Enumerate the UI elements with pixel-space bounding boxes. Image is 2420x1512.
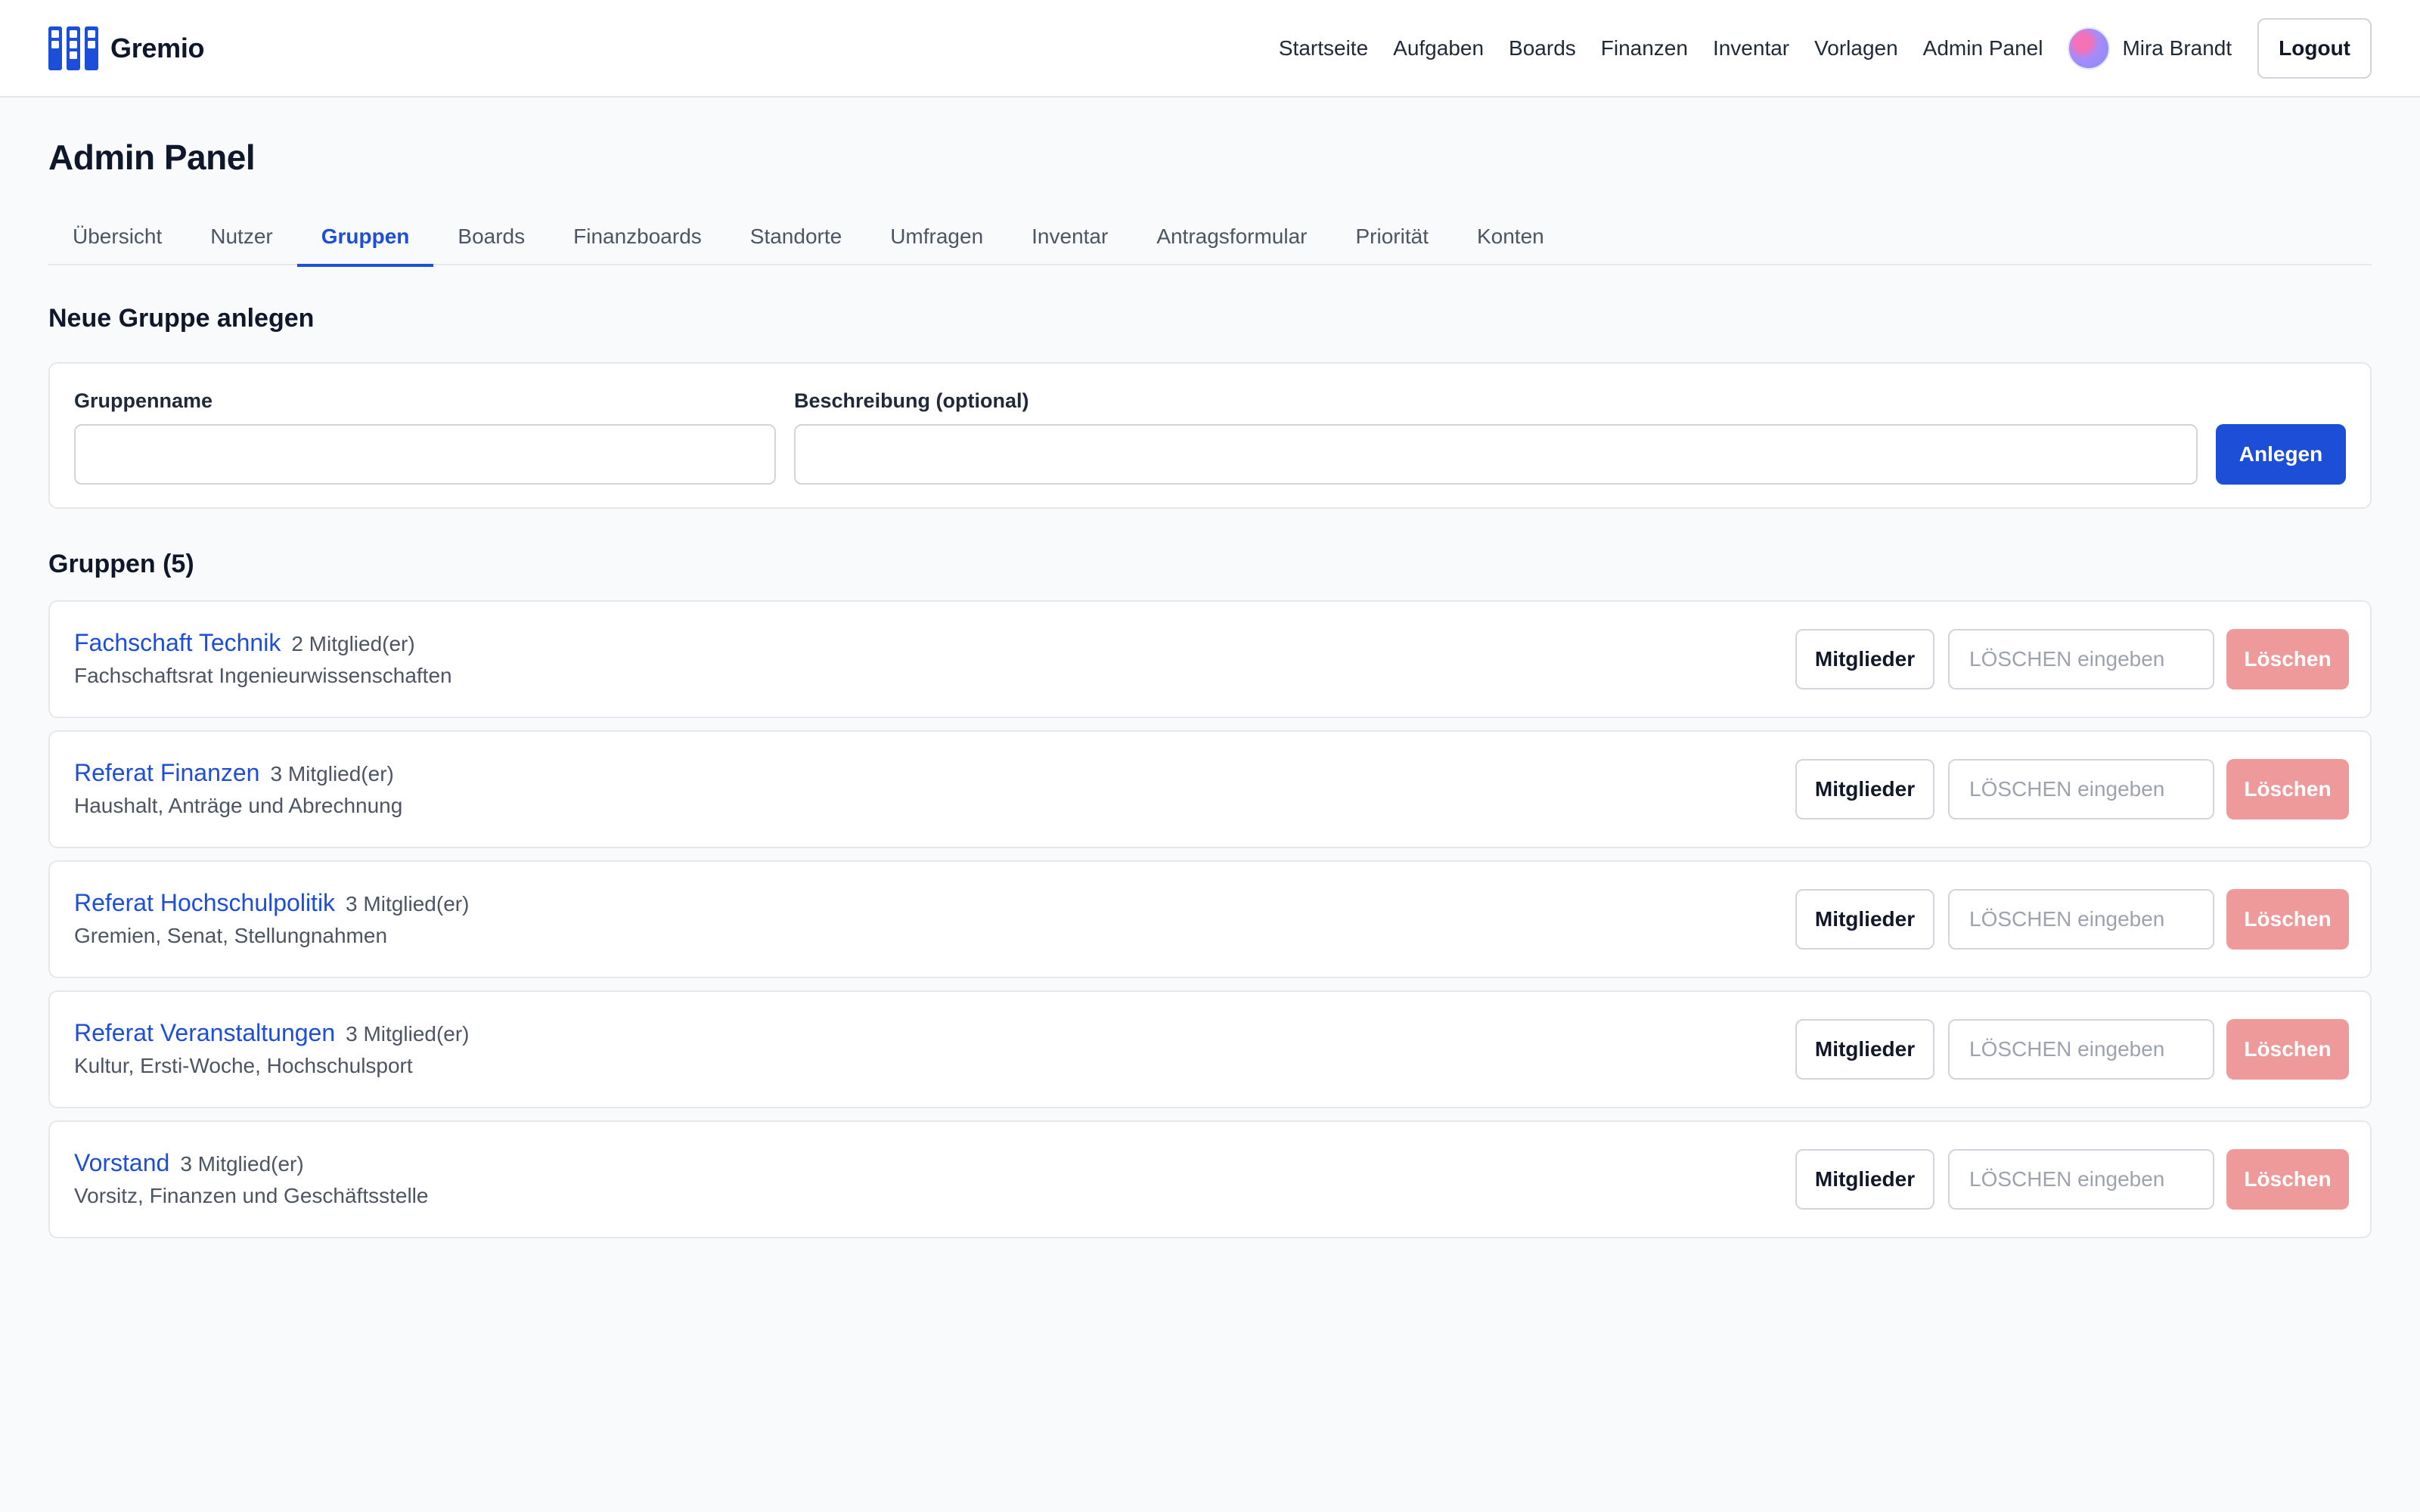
members-button[interactable]: Mitglieder	[1795, 629, 1934, 689]
group-card: Vorstand 3 Mitglied(er) Vorsitz, Finanzen…	[48, 1120, 2372, 1238]
tab-inventar[interactable]: Inventar	[1007, 217, 1132, 265]
member-count: 3 Mitglied(er)	[270, 762, 394, 785]
main-nav: Startseite Aufgaben Boards Finanzen Inve…	[1279, 17, 2372, 79]
delete-confirm-input[interactable]	[1948, 1019, 2214, 1080]
delete-confirm-input[interactable]	[1948, 1149, 2214, 1210]
members-button[interactable]: Mitglieder	[1795, 889, 1934, 950]
members-button[interactable]: Mitglieder	[1795, 1019, 1934, 1080]
board-columns-icon	[48, 26, 98, 70]
page-title: Admin Panel	[48, 138, 256, 177]
tab-prioritaet[interactable]: Priorität	[1332, 217, 1453, 265]
tab-konten[interactable]: Konten	[1453, 217, 1568, 265]
group-name-input[interactable]	[74, 424, 776, 485]
delete-confirm-input[interactable]	[1948, 759, 2214, 820]
tab-umfragen[interactable]: Umfragen	[866, 217, 1007, 265]
tab-nutzer[interactable]: Nutzer	[186, 217, 296, 265]
group-name-link[interactable]: Referat Hochschulpolitik 3 Mitglied(er)	[74, 889, 469, 917]
user-menu[interactable]: Mira Brandt	[2068, 26, 2232, 70]
nav-link-finanzen[interactable]: Finanzen	[1601, 36, 1688, 60]
members-button[interactable]: Mitglieder	[1795, 1149, 1934, 1210]
nav-link-aufgaben[interactable]: Aufgaben	[1393, 36, 1484, 60]
top-navbar: Gremio Startseite Aufgaben Boards Finanz…	[0, 0, 2420, 98]
user-name: Mira Brandt	[2122, 36, 2232, 60]
brand[interactable]: Gremio	[48, 26, 205, 70]
tab-standorte[interactable]: Standorte	[726, 217, 866, 265]
app-name: Gremio	[110, 32, 205, 64]
delete-confirm-input[interactable]	[1948, 629, 2214, 689]
tab-antragsformular[interactable]: Antragsformular	[1132, 217, 1331, 265]
create-group-button[interactable]: Anlegen	[2216, 424, 2346, 485]
group-description: Vorsitz, Finanzen und Geschäftsstelle	[74, 1184, 429, 1207]
nav-link-admin-panel[interactable]: Admin Panel	[1923, 36, 2043, 60]
nav-link-inventar[interactable]: Inventar	[1713, 36, 1789, 60]
group-name-link[interactable]: Vorstand 3 Mitglied(er)	[74, 1149, 304, 1177]
nav-link-startseite[interactable]: Startseite	[1279, 36, 1368, 60]
member-count: 3 Mitglied(er)	[346, 892, 470, 916]
delete-button[interactable]: Löschen	[2226, 1019, 2349, 1080]
group-description: Gremien, Senat, Stellungnahmen	[74, 924, 388, 947]
group-card: Fachschaft Technik 2 Mitglied(er) Fachsch…	[48, 600, 2372, 718]
nav-link-vorlagen[interactable]: Vorlagen	[1814, 36, 1898, 60]
member-count: 2 Mitglied(er)	[291, 632, 415, 655]
group-name-label: Gruppenname	[74, 389, 213, 412]
group-name-link[interactable]: Fachschaft Technik 2 Mitglied(er)	[74, 629, 415, 657]
nav-link-boards[interactable]: Boards	[1509, 36, 1576, 60]
groups-heading: Gruppen (5)	[48, 550, 194, 578]
logout-button[interactable]: Logout	[2257, 17, 2372, 79]
tab-uebersicht[interactable]: Übersicht	[48, 217, 186, 265]
member-count: 3 Mitglied(er)	[180, 1152, 304, 1176]
group-name-link[interactable]: Referat Finanzen 3 Mitglied(er)	[74, 759, 394, 787]
create-group-form: Gruppenname Beschreibung (optional) Anle…	[48, 362, 2372, 509]
delete-button[interactable]: Löschen	[2226, 889, 2349, 950]
group-name-link[interactable]: Referat Veranstaltungen 3 Mitglied(er)	[74, 1019, 470, 1047]
avatar	[2068, 26, 2111, 70]
create-group-heading: Neue Gruppe anlegen	[48, 304, 315, 333]
delete-button[interactable]: Löschen	[2226, 1149, 2349, 1210]
tab-boards[interactable]: Boards	[433, 217, 549, 265]
group-description: Haushalt, Anträge und Abrechnung	[74, 794, 403, 817]
group-card: Referat Hochschulpolitik 3 Mitglied(er) G…	[48, 860, 2372, 978]
tab-gruppen[interactable]: Gruppen	[296, 217, 434, 267]
group-card: Referat Veranstaltungen 3 Mitglied(er) Ku…	[48, 990, 2372, 1108]
group-description: Fachschaftsrat Ingenieurwissenschaften	[74, 664, 452, 687]
members-button[interactable]: Mitglieder	[1795, 759, 1934, 820]
delete-button[interactable]: Löschen	[2226, 629, 2349, 689]
group-card: Referat Finanzen 3 Mitglied(er) Haushalt,…	[48, 730, 2372, 848]
group-description-label: Beschreibung (optional)	[794, 389, 1029, 412]
admin-tabs: Übersicht Nutzer Gruppen Boards Finanzbo…	[48, 217, 2372, 267]
delete-button[interactable]: Löschen	[2226, 759, 2349, 820]
group-description: Kultur, Ersti-Woche, Hochschulsport	[74, 1054, 413, 1077]
group-description-input[interactable]	[794, 424, 2198, 485]
member-count: 3 Mitglied(er)	[346, 1022, 470, 1046]
tab-finanzboards[interactable]: Finanzboards	[549, 217, 726, 265]
delete-confirm-input[interactable]	[1948, 889, 2214, 950]
